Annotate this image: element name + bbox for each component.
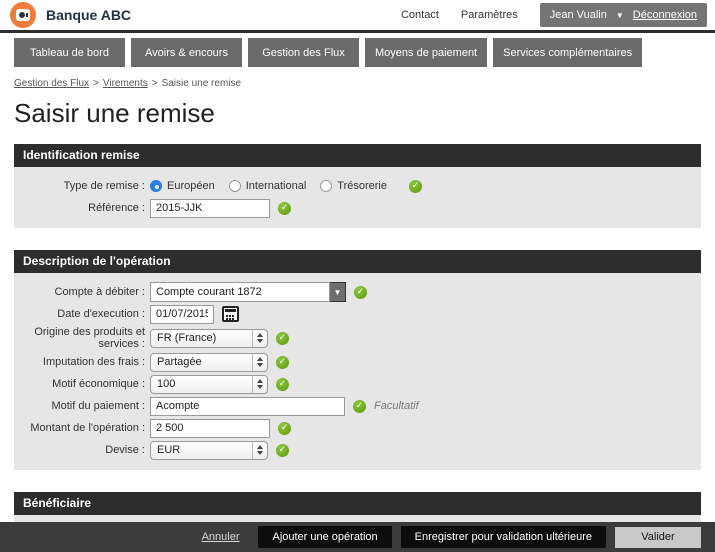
field-date-execution: Date d'execution : — [14, 304, 701, 324]
field-motif-economique: Motif économique : 100 ✓ — [14, 374, 701, 394]
valid-check-icon: ✓ — [278, 202, 291, 215]
compte-a-debiter-value[interactable]: Compte courant 1872 — [150, 282, 330, 302]
radio-europeen-label: Européen — [167, 180, 215, 192]
breadcrumb-separator: > — [152, 78, 158, 89]
page-title: Saisir une remise — [14, 98, 701, 129]
brand-name: Banque ABC — [46, 7, 131, 23]
motif-paiement-input[interactable] — [150, 397, 345, 416]
breadcrumb-gestion-des-flux[interactable]: Gestion des Flux — [14, 78, 89, 89]
devise-label: Devise : — [14, 444, 145, 456]
valid-check-icon: ✓ — [353, 400, 366, 413]
contact-link[interactable]: Contact — [401, 9, 439, 21]
section-identification-remise: Identification remise Type de remise : E… — [14, 144, 701, 228]
section-beneficiaire-header: Bénéficiaire — [14, 492, 701, 515]
brand-logo-dot — [19, 12, 25, 18]
origine-produits-value: FR (France) — [151, 332, 252, 344]
breadcrumb-virements[interactable]: Virements — [103, 78, 148, 89]
imputation-frais-value: Partagée — [151, 356, 252, 368]
motif-economique-select[interactable]: 100 — [150, 375, 268, 394]
imputation-frais-label: Imputation des frais : — [14, 356, 145, 368]
add-operation-button[interactable]: Ajouter une opération — [258, 526, 391, 548]
date-execution-input[interactable] — [150, 305, 214, 324]
imputation-frais-select[interactable]: Partagée — [150, 353, 268, 372]
section-description-header: Description de l'opération — [14, 250, 701, 273]
radio-international-control[interactable] — [229, 180, 241, 192]
nav-services-complementaires[interactable]: Services complémentaires — [493, 38, 642, 67]
validate-button[interactable]: Valider — [615, 527, 701, 548]
field-motif-paiement: Motif du paiement : ✓ Facultatif — [14, 396, 701, 416]
calendar-icon[interactable] — [222, 306, 239, 322]
reference-input[interactable] — [150, 199, 270, 218]
brand-logo-nub — [26, 13, 28, 17]
save-for-later-button[interactable]: Enregistrer pour validation ultérieure — [401, 526, 606, 548]
devise-value: EUR — [151, 444, 252, 456]
chevron-down-icon[interactable]: ▼ — [616, 11, 624, 20]
valid-check-icon: ✓ — [276, 356, 289, 369]
compte-a-debiter-combobox[interactable]: Compte courant 1872 ▼ — [150, 282, 346, 302]
motif-paiement-label: Motif du paiement : — [14, 400, 145, 412]
select-stepper-icon[interactable] — [252, 330, 267, 347]
breadcrumb: Gestion des Flux > Virements > Saisie une re… — [14, 78, 701, 89]
radio-europeen[interactable]: Européen — [150, 180, 215, 192]
field-compte-a-debiter: Compte à débiter : Compte courant 1872 ▼… — [14, 282, 701, 302]
valid-check-icon: ✓ — [354, 286, 367, 299]
field-imputation-frais: Imputation des frais : Partagée ✓ — [14, 352, 701, 372]
field-montant-operation: Montant de l'opération : ✓ — [14, 418, 701, 438]
compte-a-debiter-label: Compte à débiter : — [14, 286, 145, 298]
nav-tableau-de-bord[interactable]: Tableau de bord — [14, 38, 125, 67]
user-name: Jean Vualin — [550, 9, 607, 21]
nav-moyens-de-paiement[interactable]: Moyens de paiement — [365, 38, 487, 67]
devise-select[interactable]: EUR — [150, 441, 268, 460]
section-identification-header: Identification remise — [14, 144, 701, 167]
field-devise: Devise : EUR ✓ — [14, 440, 701, 460]
valid-check-icon: ✓ — [276, 332, 289, 345]
facultatif-hint: Facultatif — [374, 400, 419, 412]
cancel-link[interactable]: Annuler — [202, 531, 240, 543]
reference-label: Référence : — [14, 202, 145, 214]
valid-check-icon: ✓ — [276, 444, 289, 457]
breadcrumb-current: Saisie une remise — [162, 78, 241, 89]
brand-logo-icon — [10, 2, 36, 28]
brand-logo-inner — [16, 9, 30, 21]
radio-tresorerie-control[interactable] — [320, 180, 332, 192]
section-description-body: Compte à débiter : Compte courant 1872 ▼… — [14, 273, 701, 470]
action-bar: Annuler Ajouter une opération Enregistre… — [0, 522, 715, 552]
valid-check-icon: ✓ — [278, 422, 291, 435]
date-execution-label: Date d'execution : — [14, 308, 145, 320]
motif-economique-label: Motif économique : — [14, 378, 145, 390]
parametres-link[interactable]: Paramètres — [461, 9, 518, 21]
nav-avoirs-encours[interactable]: Avoirs & encours — [131, 38, 242, 67]
montant-operation-label: Montant de l'opération : — [14, 422, 145, 434]
type-de-remise-label: Type de remise : — [14, 180, 145, 192]
combobox-dropdown-icon[interactable]: ▼ — [330, 282, 346, 302]
breadcrumb-separator: > — [93, 78, 99, 89]
select-stepper-icon[interactable] — [252, 354, 267, 371]
field-type-de-remise: Type de remise : Européen International … — [14, 176, 701, 196]
motif-economique-value: 100 — [151, 378, 252, 390]
montant-operation-input[interactable] — [150, 419, 270, 438]
valid-check-icon: ✓ — [276, 378, 289, 391]
section-identification-body: Type de remise : Européen International … — [14, 167, 701, 228]
main-nav: Tableau de bord Avoirs & encours Gestion… — [0, 33, 715, 72]
top-bar: Banque ABC Contact Paramètres Jean Vuali… — [0, 0, 715, 30]
select-stepper-icon[interactable] — [252, 442, 267, 459]
select-stepper-icon[interactable] — [252, 376, 267, 393]
section-description-operation: Description de l'opération Compte à débi… — [14, 250, 701, 470]
origine-produits-select[interactable]: FR (France) — [150, 329, 268, 348]
field-origine-produits: Origine des produits et services : FR (F… — [14, 326, 701, 350]
radio-europeen-control[interactable] — [150, 180, 162, 192]
radio-tresorerie[interactable]: Trésorerie — [320, 180, 387, 192]
field-reference: Référence : ✓ — [14, 198, 701, 218]
origine-produits-label: Origine des produits et services : — [14, 326, 145, 350]
radio-tresorerie-label: Trésorerie — [337, 180, 387, 192]
logout-link[interactable]: Déconnexion — [633, 9, 697, 21]
radio-international-label: International — [246, 180, 307, 192]
user-menu[interactable]: Jean Vualin ▼ Déconnexion — [540, 3, 707, 27]
nav-gestion-des-flux[interactable]: Gestion des Flux — [248, 38, 359, 67]
valid-check-icon: ✓ — [409, 180, 422, 193]
radio-international[interactable]: International — [229, 180, 307, 192]
app-window: Banque ABC Contact Paramètres Jean Vuali… — [0, 0, 715, 552]
